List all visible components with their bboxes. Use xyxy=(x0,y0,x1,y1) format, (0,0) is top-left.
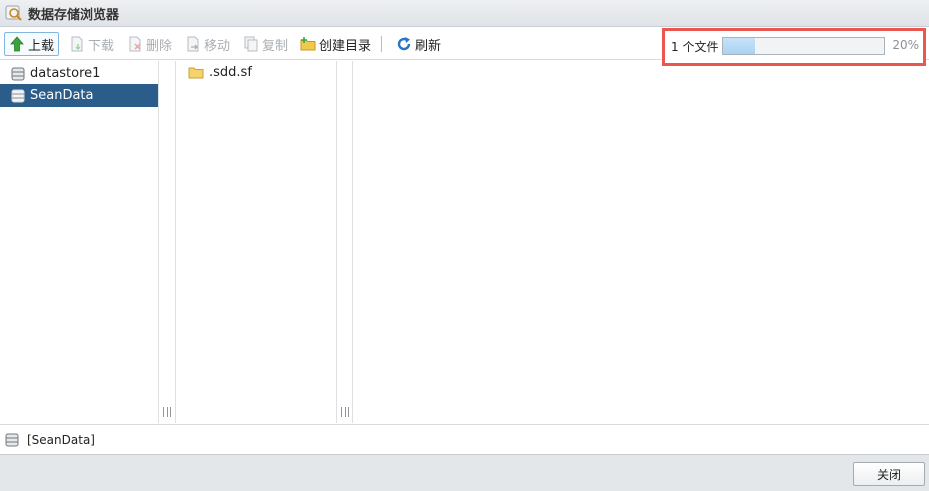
datastore-name: SeanData xyxy=(30,88,94,103)
database-icon xyxy=(11,89,25,102)
window-title: 数据存储浏览器 xyxy=(28,7,120,23)
folder-list-pane xyxy=(175,61,337,423)
refresh-icon xyxy=(397,37,411,51)
dialog-footer: 关闭 xyxy=(0,454,929,491)
create-directory-label: 创建目录 xyxy=(319,38,372,54)
upload-arrow-icon xyxy=(10,36,24,52)
move-label: 移动 xyxy=(204,38,231,54)
download-button[interactable]: 下载 xyxy=(65,32,118,56)
delete-button[interactable]: 删除 xyxy=(123,32,176,56)
download-file-icon xyxy=(71,36,83,52)
datastore-name: datastore1 xyxy=(30,66,101,81)
folder-item[interactable]: .sdd.sf xyxy=(188,63,252,81)
delete-file-icon xyxy=(129,36,141,52)
resize-grip-icon xyxy=(341,407,349,417)
upload-progress-panel: 1 个文件 20% xyxy=(662,28,926,66)
middle-pane-resize-handle[interactable] xyxy=(337,61,353,423)
copy-button[interactable]: 复制 xyxy=(239,32,292,56)
database-icon xyxy=(5,433,19,446)
current-path: [SeanData] xyxy=(27,432,95,447)
datastore-tree: datastore1 SeanData xyxy=(0,61,159,423)
folder-name: .sdd.sf xyxy=(209,64,252,80)
new-folder-icon xyxy=(300,37,316,51)
path-status-bar: [SeanData] xyxy=(0,424,929,454)
download-label: 下载 xyxy=(88,38,115,54)
close-button[interactable]: 关闭 xyxy=(853,462,925,486)
upload-progress-percent: 20% xyxy=(892,38,919,52)
upload-file-count: 1 个文件 xyxy=(671,40,719,54)
refresh-label: 刷新 xyxy=(415,38,442,54)
datastore-item-datastore1[interactable]: datastore1 xyxy=(0,62,158,85)
move-button[interactable]: 移动 xyxy=(181,32,234,56)
left-pane-resize-handle[interactable] xyxy=(159,61,175,423)
folder-icon xyxy=(188,67,204,79)
copy-file-icon xyxy=(244,36,258,52)
upload-button[interactable]: 上载 xyxy=(4,32,60,56)
datastore-item-seandata[interactable]: SeanData xyxy=(0,84,158,107)
datastore-browser-icon xyxy=(5,5,22,21)
refresh-button[interactable]: 刷新 xyxy=(392,32,445,56)
delete-label: 删除 xyxy=(146,38,173,54)
title-bar: 数据存储浏览器 xyxy=(0,0,929,27)
move-file-icon xyxy=(187,36,199,52)
copy-label: 复制 xyxy=(262,38,289,54)
upload-label: 上载 xyxy=(28,38,55,54)
create-directory-button[interactable]: 创建目录 xyxy=(296,32,375,56)
upload-progress-fill xyxy=(723,38,756,54)
resize-grip-icon xyxy=(163,407,171,417)
upload-progress-bar xyxy=(722,37,885,55)
toolbar-separator xyxy=(381,36,382,52)
database-icon xyxy=(11,67,25,80)
